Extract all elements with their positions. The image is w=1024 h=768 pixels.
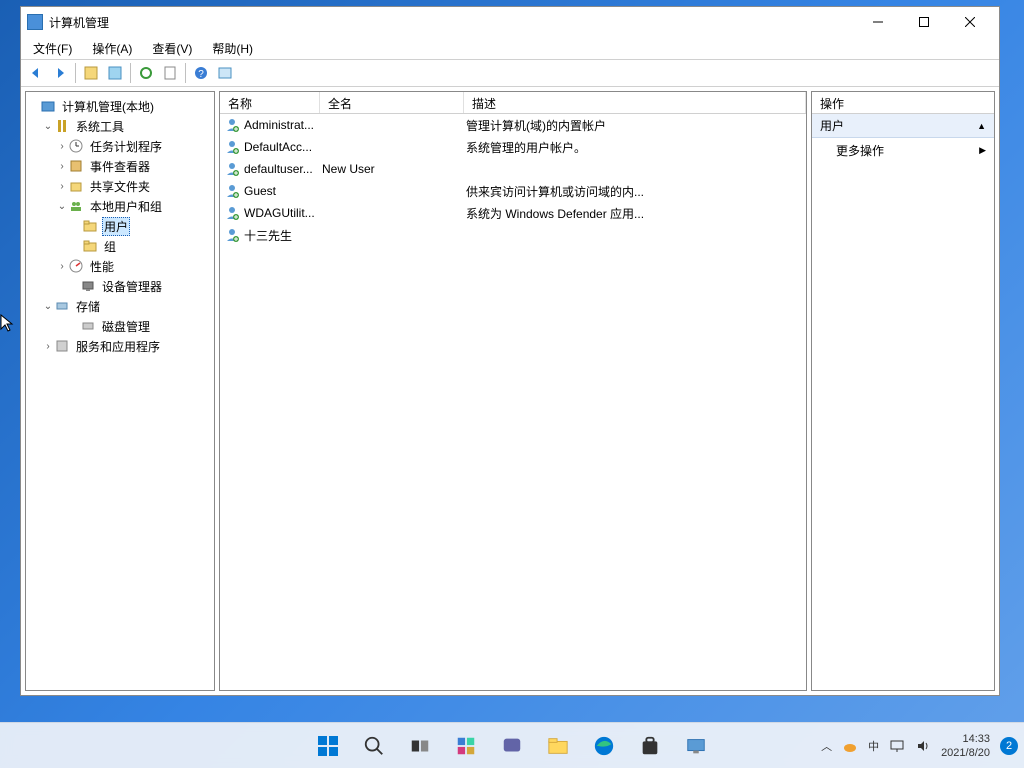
- app-compmgmt-button[interactable]: [676, 726, 716, 766]
- tree-services-apps[interactable]: ›服务和应用程序: [28, 336, 212, 356]
- clock-date: 2021/8/20: [941, 746, 990, 760]
- user-name: Administrat...: [244, 118, 322, 132]
- col-full[interactable]: 全名: [320, 92, 464, 113]
- explorer-button[interactable]: [538, 726, 578, 766]
- clock[interactable]: 14:33 2021/8/20: [941, 732, 990, 760]
- collapse-icon: ▲: [977, 121, 986, 131]
- back-button[interactable]: [25, 62, 47, 84]
- clock-time: 14:33: [941, 732, 990, 746]
- tree-users[interactable]: 用户: [28, 216, 212, 236]
- search-button[interactable]: [354, 726, 394, 766]
- tree-performance[interactable]: ›性能: [28, 256, 212, 276]
- properties-button[interactable]: [104, 62, 126, 84]
- user-icon: [224, 139, 240, 155]
- cursor-icon: [0, 314, 16, 334]
- tray-chevron-icon[interactable]: ︿: [821, 738, 832, 754]
- user-desc: 管理计算机(域)的内置帐户: [466, 117, 806, 134]
- actions-pane: 操作 用户 ▲ 更多操作 ▶: [811, 91, 995, 691]
- tree-root[interactable]: 计算机管理(本地): [28, 96, 212, 116]
- network-icon[interactable]: [889, 738, 905, 754]
- tree-event-viewer[interactable]: ›事件查看器: [28, 156, 212, 176]
- user-row[interactable]: defaultuser...New User: [220, 158, 806, 180]
- taskview-button[interactable]: [400, 726, 440, 766]
- user-fullname: New User: [322, 162, 466, 176]
- tree-groups[interactable]: 组: [28, 236, 212, 256]
- chat-button[interactable]: [492, 726, 532, 766]
- store-button[interactable]: [630, 726, 670, 766]
- user-row[interactable]: DefaultAcc... 系统管理的用户帐户。: [220, 136, 806, 158]
- user-icon: [224, 227, 240, 243]
- actions-more[interactable]: 更多操作 ▶: [812, 138, 994, 163]
- start-button[interactable]: [308, 726, 348, 766]
- export-button[interactable]: [159, 62, 181, 84]
- svg-text:?: ?: [198, 69, 204, 80]
- help-button[interactable]: ?: [190, 62, 212, 84]
- minimize-button[interactable]: [855, 7, 901, 37]
- user-name: defaultuser...: [244, 162, 322, 176]
- list-body[interactable]: Administrat... 管理计算机(域)的内置帐户 DefaultAcc...…: [220, 114, 806, 690]
- tree-disk-management[interactable]: 磁盘管理: [28, 316, 212, 336]
- user-desc: 供来宾访问计算机或访问域的内...: [466, 183, 806, 200]
- edge-button[interactable]: [584, 726, 624, 766]
- menu-action[interactable]: 操作(A): [86, 38, 138, 59]
- user-icon: [224, 205, 240, 221]
- list-pane: 名称 全名 描述 Administrat... 管理计算机(域)的内置帐户 Defa…: [219, 91, 807, 691]
- user-desc: 系统管理的用户帐户。: [466, 139, 806, 156]
- volume-icon[interactable]: [915, 738, 931, 754]
- user-row[interactable]: 十三先生: [220, 224, 806, 246]
- actions-header: 操作: [812, 92, 994, 114]
- ime-indicator[interactable]: 中: [868, 738, 879, 754]
- up-button[interactable]: [80, 62, 102, 84]
- refresh-button[interactable]: [135, 62, 157, 84]
- user-name: WDAGUtilit...: [244, 206, 322, 220]
- forward-button[interactable]: [49, 62, 71, 84]
- tree-storage[interactable]: ⌄存储: [28, 296, 212, 316]
- user-name: DefaultAcc...: [244, 140, 322, 154]
- col-name[interactable]: 名称: [220, 92, 320, 113]
- show-hide-button[interactable]: [214, 62, 236, 84]
- tree-shared-folders[interactable]: ›共享文件夹: [28, 176, 212, 196]
- widgets-button[interactable]: [446, 726, 486, 766]
- onedrive-icon[interactable]: [842, 738, 858, 754]
- col-desc[interactable]: 描述: [464, 92, 806, 113]
- menu-view[interactable]: 查看(V): [146, 38, 198, 59]
- user-icon: [224, 117, 240, 133]
- close-button[interactable]: [947, 7, 993, 37]
- tree-pane[interactable]: 计算机管理(本地) ⌄系统工具 ›任务计划程序 ›事件查看器 ›共享文件夹 ⌄本…: [25, 91, 215, 691]
- user-icon: [224, 161, 240, 177]
- user-name: 十三先生: [244, 227, 322, 244]
- user-row[interactable]: WDAGUtilit... 系统为 Windows Defender 应用...: [220, 202, 806, 224]
- menubar: 文件(F) 操作(A) 查看(V) 帮助(H): [21, 37, 999, 59]
- user-name: Guest: [244, 184, 322, 198]
- window-title: 计算机管理: [49, 14, 855, 31]
- menu-file[interactable]: 文件(F): [27, 38, 78, 59]
- notification-badge[interactable]: 2: [1000, 737, 1018, 755]
- user-desc: 系统为 Windows Defender 应用...: [466, 205, 806, 222]
- user-row[interactable]: Administrat... 管理计算机(域)的内置帐户: [220, 114, 806, 136]
- computer-management-window: 计算机管理 文件(F) 操作(A) 查看(V) 帮助(H) ? 计算机管理(本地…: [20, 6, 1000, 696]
- tree-task-scheduler[interactable]: ›任务计划程序: [28, 136, 212, 156]
- user-row[interactable]: Guest 供来宾访问计算机或访问域的内...: [220, 180, 806, 202]
- tree-device-manager[interactable]: 设备管理器: [28, 276, 212, 296]
- menu-help[interactable]: 帮助(H): [206, 38, 259, 59]
- chevron-right-icon: ▶: [979, 145, 986, 156]
- toolbar: ?: [21, 59, 999, 87]
- list-header[interactable]: 名称 全名 描述: [220, 92, 806, 114]
- tree-local-users-groups[interactable]: ⌄本地用户和组: [28, 196, 212, 216]
- actions-section-users[interactable]: 用户 ▲: [812, 114, 994, 138]
- taskbar[interactable]: ︿ 中 14:33 2021/8/20 2: [0, 722, 1024, 768]
- titlebar[interactable]: 计算机管理: [21, 7, 999, 37]
- app-icon: [27, 14, 43, 30]
- tree-system-tools[interactable]: ⌄系统工具: [28, 116, 212, 136]
- maximize-button[interactable]: [901, 7, 947, 37]
- user-icon: [224, 183, 240, 199]
